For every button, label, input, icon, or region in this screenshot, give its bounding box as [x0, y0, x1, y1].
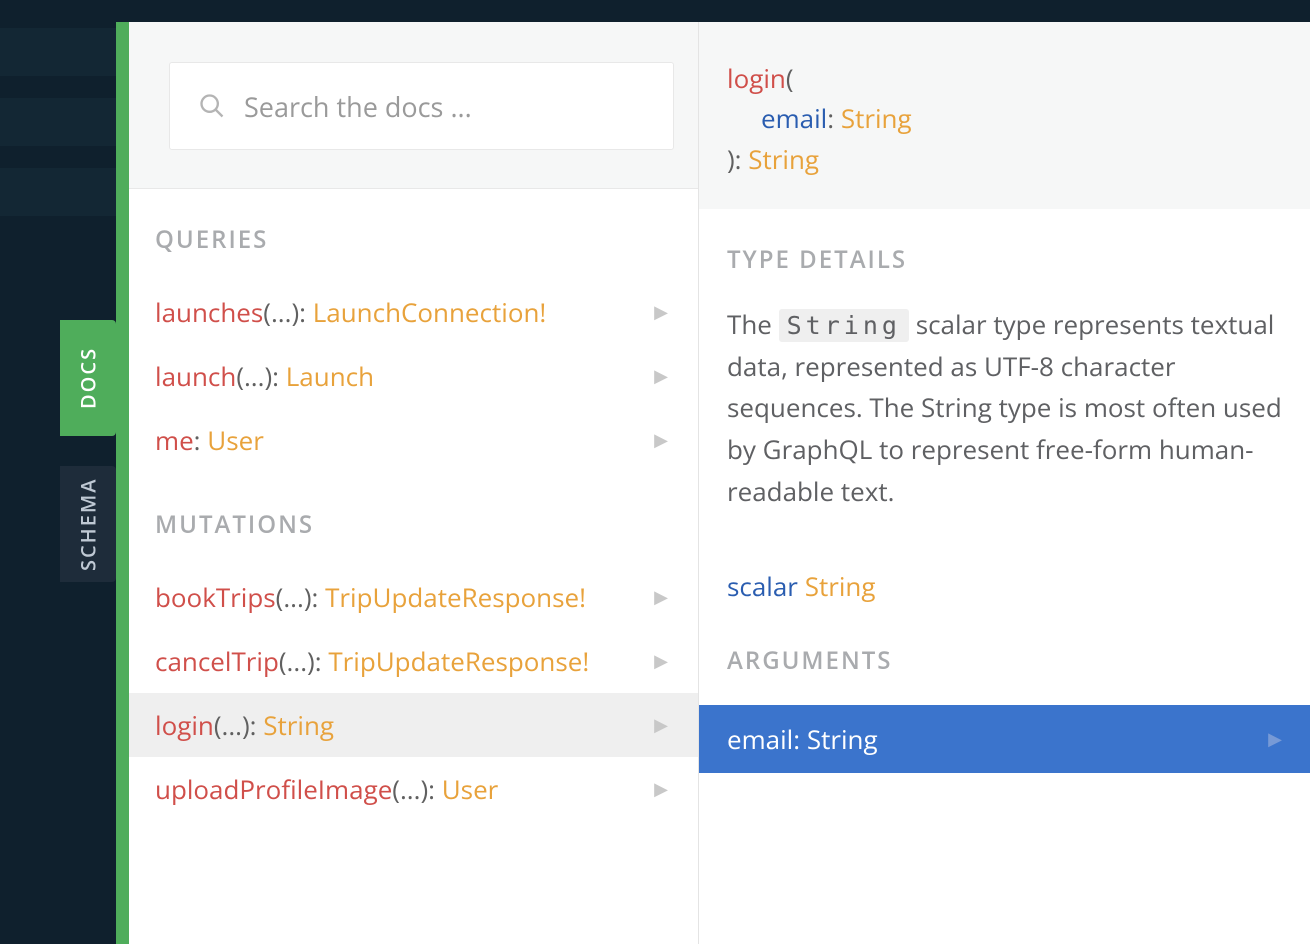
query-launch[interactable]: launch(...): Launch ▶ [129, 344, 698, 408]
docs-detail-column: login( email: String ): String TYPE DETA… [699, 22, 1310, 944]
entry-type: TripUpdateResponse! [325, 579, 586, 615]
tab-docs[interactable]: DOCS [60, 320, 116, 436]
chevron-right-icon: ▶ [654, 428, 668, 452]
section-title-queries: QUERIES [129, 223, 698, 280]
search-icon [198, 92, 226, 120]
entry-type: Launch [286, 358, 374, 394]
section-title-mutations: MUTATIONS [129, 508, 698, 565]
entry-fn: me [155, 422, 194, 458]
entry-fn: uploadProfileImage [155, 771, 392, 807]
heading-arguments: ARGUMENTS [727, 644, 1282, 677]
entry-args: (...) [279, 643, 315, 679]
argument-name: email [727, 721, 793, 757]
entry-type: User [207, 422, 264, 458]
entry-type: LaunchConnection! [313, 294, 547, 330]
docs-panel: QUERIES launches(...): LaunchConnection!… [129, 22, 1310, 944]
search-container [129, 22, 698, 189]
chevron-right-icon: ▶ [1268, 727, 1282, 751]
heading-type-details: TYPE DETAILS [727, 243, 1282, 276]
mutation-booktrips[interactable]: bookTrips(...): TripUpdateResponse! ▶ [129, 565, 698, 629]
entry-args: (...) [263, 294, 299, 330]
entry-type: String [263, 707, 334, 743]
entry-fn: login [155, 707, 214, 743]
signature-param-type: String [841, 100, 912, 136]
entry-fn: cancelTrip [155, 643, 279, 679]
tab-schema[interactable]: SCHEMA [60, 466, 116, 582]
type-code: String [779, 309, 909, 342]
scalar-keyword: scalar [727, 568, 798, 604]
entry-fn: launches [155, 294, 263, 330]
chevron-right-icon: ▶ [654, 585, 668, 609]
argument-type: String [807, 721, 878, 757]
signature-block: login( email: String ): String [699, 22, 1310, 209]
entry-args: (...) [214, 707, 250, 743]
entry-type: User [442, 771, 499, 807]
entry-args: (...) [392, 771, 428, 807]
entry-args: (...) [276, 579, 312, 615]
mutation-login[interactable]: login(...): String ▶ [129, 693, 698, 757]
chevron-right-icon: ▶ [654, 713, 668, 737]
argument-email[interactable]: email: String ▶ [699, 705, 1310, 773]
entry-fn: launch [155, 358, 236, 394]
mutation-canceltrip[interactable]: cancelTrip(...): TripUpdateResponse! ▶ [129, 629, 698, 693]
detail-body: TYPE DETAILS The String scalar type repr… [699, 209, 1310, 793]
query-launches[interactable]: launches(...): LaunchConnection! ▶ [129, 280, 698, 344]
search-box[interactable] [169, 62, 674, 150]
type-description: The String scalar type represents textua… [727, 304, 1282, 512]
docs-accent-stripe [116, 22, 129, 944]
search-input[interactable] [244, 88, 645, 125]
signature-param-name: email [761, 100, 827, 136]
entry-args: (...) [236, 358, 272, 394]
mutation-uploadprofileimage[interactable]: uploadProfileImage(...): User ▶ [129, 757, 698, 821]
query-me[interactable]: me: User ▶ [129, 408, 698, 472]
signature-fn: login [727, 60, 786, 96]
side-tabs: DOCS SCHEMA [60, 320, 116, 582]
entry-type: TripUpdateResponse! [328, 643, 589, 679]
docs-list-column: QUERIES launches(...): LaunchConnection!… [129, 22, 699, 944]
entry-fn: bookTrips [155, 579, 276, 615]
chevron-right-icon: ▶ [654, 777, 668, 801]
schema-list: QUERIES launches(...): LaunchConnection!… [129, 189, 698, 821]
signature-return-type: String [748, 141, 819, 177]
chevron-right-icon: ▶ [654, 300, 668, 324]
scalar-type: String [805, 568, 876, 604]
chevron-right-icon: ▶ [654, 364, 668, 388]
chevron-right-icon: ▶ [654, 649, 668, 673]
scalar-definition: scalar String [727, 568, 1282, 604]
